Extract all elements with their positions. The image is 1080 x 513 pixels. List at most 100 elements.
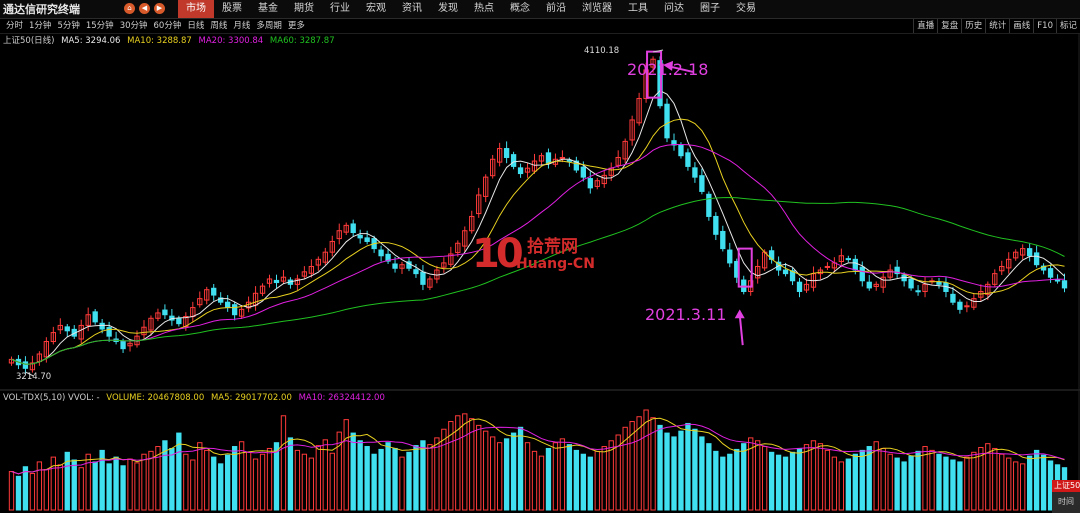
toolbar-button-2[interactable]: 历史 (961, 19, 985, 33)
forward-arrow-icon[interactable]: ▶ (154, 3, 165, 14)
candle-body (517, 167, 524, 175)
menu-item-4[interactable]: 行业 (322, 0, 358, 18)
menu-item-1[interactable]: 股票 (214, 0, 250, 18)
watermark-en: Huang-CN (516, 256, 595, 272)
menu-item-5[interactable]: 宏观 (358, 0, 394, 18)
volume-bar (761, 446, 768, 511)
volume-bar (838, 461, 845, 511)
candle-body (99, 322, 105, 330)
toolbar-button-0[interactable]: 直播 (913, 19, 937, 33)
menu-item-0[interactable]: 市场 (178, 0, 214, 18)
menu-item-8[interactable]: 热点 (466, 0, 502, 18)
volume-bar (587, 456, 593, 511)
volume-bar (671, 436, 677, 511)
volume-bar (608, 440, 614, 511)
candle-body (378, 249, 384, 257)
period-tab-6[interactable]: 日线 (184, 19, 207, 33)
toolbar-button-1[interactable]: 复盘 (937, 19, 961, 33)
volume-bar (957, 461, 963, 511)
volume-bar (392, 447, 398, 511)
period-tab-8[interactable]: 月线 (230, 19, 253, 33)
period-tab-0[interactable]: 分时 (3, 19, 26, 33)
volume-bar (657, 424, 663, 511)
toolbar-button-5[interactable]: F10 (1033, 19, 1056, 33)
volume-bar (580, 453, 586, 511)
period-tab-5[interactable]: 60分钟 (151, 19, 185, 33)
volume-bar (713, 450, 719, 511)
menu-item-15[interactable]: 交易 (728, 0, 764, 18)
volume-bar (434, 437, 440, 511)
period-tab-3[interactable]: 15分钟 (83, 19, 117, 33)
drop-arrow-head (734, 309, 745, 319)
candle-body (587, 178, 593, 189)
candle-body (559, 156, 566, 159)
period-tab-9[interactable]: 多周期 (253, 19, 285, 33)
candle-body (713, 215, 719, 235)
corner-time-label: 时间 (1058, 497, 1074, 506)
corner-stock-name: 上证50 (1052, 480, 1080, 492)
candle-body (964, 305, 970, 308)
volume-bar (29, 472, 36, 511)
candle-body (580, 166, 586, 178)
annotation-peak-date: 2021.2.18 (627, 60, 709, 79)
volume-bar (301, 453, 308, 511)
low-price-label: 3214.70 (16, 372, 52, 382)
menu-item-9[interactable]: 概念 (502, 0, 538, 18)
volume-bar (685, 422, 691, 511)
period-tab-2[interactable]: 5分钟 (54, 19, 82, 33)
menu-item-3[interactable]: 期货 (286, 0, 322, 18)
volume-bar (594, 450, 600, 511)
menu-item-7[interactable]: 发现 (430, 0, 466, 18)
volume-bar (782, 456, 789, 511)
candle-body (1033, 252, 1040, 266)
period-tab-1[interactable]: 1分钟 (26, 19, 54, 33)
volume-bar (768, 451, 775, 511)
menu-item-13[interactable]: 问达 (656, 0, 692, 18)
volume-bar (204, 449, 210, 511)
back-arrow-icon[interactable]: ◀ (139, 3, 150, 14)
candle-body (692, 167, 698, 178)
candle-body (413, 269, 419, 275)
ma60-value: MA60: 3287.87 (269, 36, 335, 46)
menu-item-14[interactable]: 圈子 (692, 0, 728, 18)
volume-bar (831, 456, 838, 511)
volume-bar (378, 448, 384, 511)
volume-bar (999, 453, 1005, 511)
volume-bar (699, 436, 705, 511)
volume-bar (915, 450, 921, 511)
toolbar-button-3[interactable]: 统计 (985, 19, 1009, 33)
volume-bar (134, 462, 140, 511)
toolbar-button-6[interactable]: 标记 (1055, 19, 1080, 33)
volume-bar (57, 464, 63, 511)
menu-item-11[interactable]: 浏览器 (574, 0, 620, 18)
candle-body (364, 237, 370, 242)
watermark-logo: 10 拾荒网 Huang-CN (472, 232, 612, 278)
volume-bar (810, 440, 817, 511)
volume-legend: VOL-TDX(5,10) VVOL: - VOLUME: 20467808.0… (3, 393, 389, 403)
volume-bar (252, 458, 259, 511)
volume-bar (106, 463, 112, 511)
volume-bar (420, 440, 426, 511)
volume-bar (664, 432, 670, 511)
menu-item-12[interactable]: 工具 (620, 0, 656, 18)
volume-bar (385, 442, 391, 511)
menu-item-2[interactable]: 基金 (250, 0, 286, 18)
menu-item-10[interactable]: 前沿 (538, 0, 574, 18)
volume-bar (538, 455, 545, 511)
volume-bar (22, 466, 29, 511)
period-tab-10[interactable]: 更多 (285, 19, 308, 33)
period-tab-4[interactable]: 30分钟 (117, 19, 151, 33)
candle-body (350, 223, 356, 234)
ma20-value: MA20: 3300.84 (198, 36, 264, 46)
home-icon[interactable]: ⌂ (124, 3, 135, 14)
menu-item-6[interactable]: 资讯 (394, 0, 430, 18)
volume-bar (259, 453, 266, 511)
volume-value: VOLUME: 20467808.00 (106, 393, 205, 403)
volume-bar (706, 443, 712, 511)
volume-bar (894, 457, 900, 511)
corner-stock-tag[interactable]: 上证50 时间 (1052, 480, 1080, 513)
candle-body (706, 193, 712, 217)
toolbar-button-4[interactable]: 画线 (1009, 19, 1033, 33)
volume-bar (483, 430, 489, 511)
period-tab-7[interactable]: 周线 (207, 19, 230, 33)
